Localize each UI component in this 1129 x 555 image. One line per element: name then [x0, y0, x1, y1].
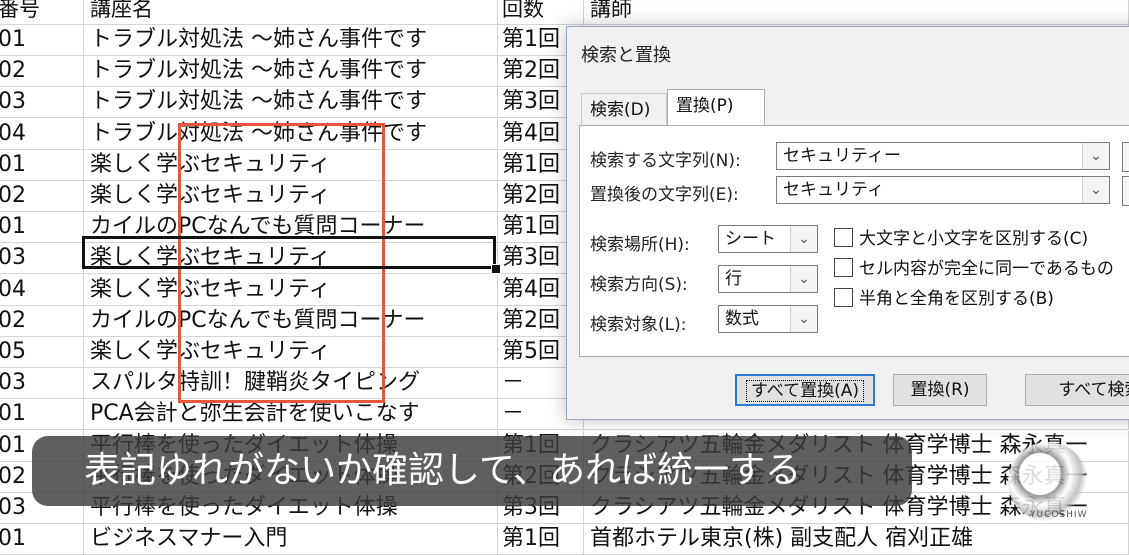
- fill-handle[interactable]: [491, 264, 501, 274]
- match-entire-checkbox[interactable]: [834, 258, 853, 277]
- find-replace-dialog: 検索と置換 検索(D) 置換(P) 検索する文字列(N): セキュリティー ⌄ …: [566, 26, 1129, 420]
- replace-button[interactable]: 置換(R): [893, 374, 987, 406]
- find-what-label: 検索する文字列(N):: [590, 151, 741, 171]
- cell-no[interactable]: 01: [0, 25, 84, 55]
- cell-name[interactable]: トラブル対処法 ～姉さん事件です: [84, 56, 498, 87]
- replace-all-button[interactable]: すべて置換(A): [735, 374, 875, 406]
- chevron-down-icon[interactable]: ⌄: [790, 306, 817, 332]
- within-value: シート: [725, 229, 776, 249]
- tab-replace[interactable]: 置換(P): [667, 89, 765, 126]
- look-in-select[interactable]: 数式 ⌄: [718, 305, 818, 333]
- chevron-down-icon[interactable]: ⌄: [790, 266, 817, 292]
- chevron-down-icon[interactable]: ⌄: [1082, 177, 1109, 203]
- match-case-option[interactable]: 大文字と小文字を区別する(C): [834, 224, 1088, 249]
- col-header-no[interactable]: 番号: [0, 0, 84, 24]
- cell-no[interactable]: 02: [0, 56, 84, 87]
- find-what-input[interactable]: セキュリティー ⌄: [776, 142, 1110, 170]
- cell-no[interactable]: 03: [0, 87, 84, 118]
- tab-find[interactable]: 検索(D): [581, 93, 667, 125]
- search-order-select[interactable]: 行 ⌄: [718, 265, 818, 293]
- dialog-title: 検索と置換: [581, 45, 671, 66]
- cell-no[interactable]: 01: [0, 149, 84, 180]
- find-what-value: セキュリティー: [783, 146, 901, 166]
- cell-no[interactable]: 01: [0, 524, 84, 555]
- within-label: 検索場所(H):: [590, 235, 690, 255]
- cell-no[interactable]: 05: [0, 337, 84, 367]
- match-width-checkbox[interactable]: [834, 288, 853, 307]
- within-select[interactable]: シート ⌄: [718, 225, 818, 253]
- cell-name[interactable]: PCA会計と弥生会計を使いこなす: [84, 399, 498, 430]
- replace-with-label: 置換後の文字列(E):: [590, 185, 739, 205]
- cell-no[interactable]: 01: [0, 399, 84, 430]
- cell-count[interactable]: 第1回: [498, 524, 584, 555]
- cell-no[interactable]: 04: [0, 118, 84, 149]
- col-header-count[interactable]: 回数: [498, 0, 584, 24]
- replace-tab-panel: 検索する文字列(N): セキュリティー ⌄ 置換後の文字列(E): セキュリティ…: [579, 125, 1129, 357]
- highlight-annotation: [178, 123, 385, 403]
- look-in-value: 数式: [725, 309, 759, 329]
- chevron-down-icon[interactable]: ⌄: [790, 226, 817, 252]
- match-width-label: 半角と全角を区別する(B): [859, 289, 1054, 309]
- cell-no[interactable]: 02: [0, 305, 84, 336]
- match-case-checkbox[interactable]: [834, 228, 853, 247]
- search-order-label: 検索方向(S):: [590, 275, 688, 295]
- cell-no[interactable]: 04: [0, 274, 84, 305]
- find-all-button[interactable]: すべて検索: [1025, 374, 1129, 406]
- replace-all-label: すべて置換(A): [745, 380, 865, 402]
- replace-with-value: セキュリティ: [783, 180, 884, 200]
- look-in-label: 検索対象(L):: [590, 315, 687, 335]
- match-width-option[interactable]: 半角と全角を区別する(B): [834, 284, 1054, 309]
- cell-name[interactable]: ビジネスマナー入門: [84, 524, 498, 555]
- cell-no[interactable]: 02: [0, 181, 84, 211]
- replace-with-input[interactable]: セキュリティ ⌄: [776, 176, 1110, 204]
- chevron-down-icon[interactable]: ⌄: [1082, 143, 1109, 169]
- col-header-name[interactable]: 講座名: [84, 0, 498, 24]
- subtitle-caption: 表記ゆれがないか確認して、あれば統一する: [32, 436, 912, 506]
- table-row: 01 ビジネスマナー入門 第1回 首都ホテル東京(株) 副支配人 宿刈正雄: [0, 524, 1129, 555]
- col-header-teacher[interactable]: 講師: [584, 0, 1129, 24]
- cell-no[interactable]: 03: [0, 243, 84, 274]
- search-order-value: 行: [725, 269, 742, 289]
- cell-teacher[interactable]: 首都ホテル東京(株) 副支配人 宿刈正雄: [584, 524, 1129, 555]
- cell-name[interactable]: トラブル対処法 ～姉さん事件です: [84, 25, 498, 55]
- cell-name[interactable]: トラブル対処法 ～姉さん事件です: [84, 87, 498, 118]
- find-format-button[interactable]: [1122, 142, 1129, 172]
- match-entire-option[interactable]: セル内容が完全に同一であるもの: [834, 254, 1114, 279]
- match-entire-label: セル内容が完全に同一であるもの: [859, 259, 1114, 279]
- cell-no[interactable]: 01: [0, 212, 84, 243]
- replace-format-button[interactable]: [1122, 176, 1129, 206]
- cell-no[interactable]: 03: [0, 368, 84, 399]
- logo-text: YUCOSHIW: [1030, 510, 1088, 520]
- match-case-label: 大文字と小文字を区別する(C): [859, 229, 1089, 249]
- header-row: 番号 講座名 回数 講師: [0, 0, 1129, 25]
